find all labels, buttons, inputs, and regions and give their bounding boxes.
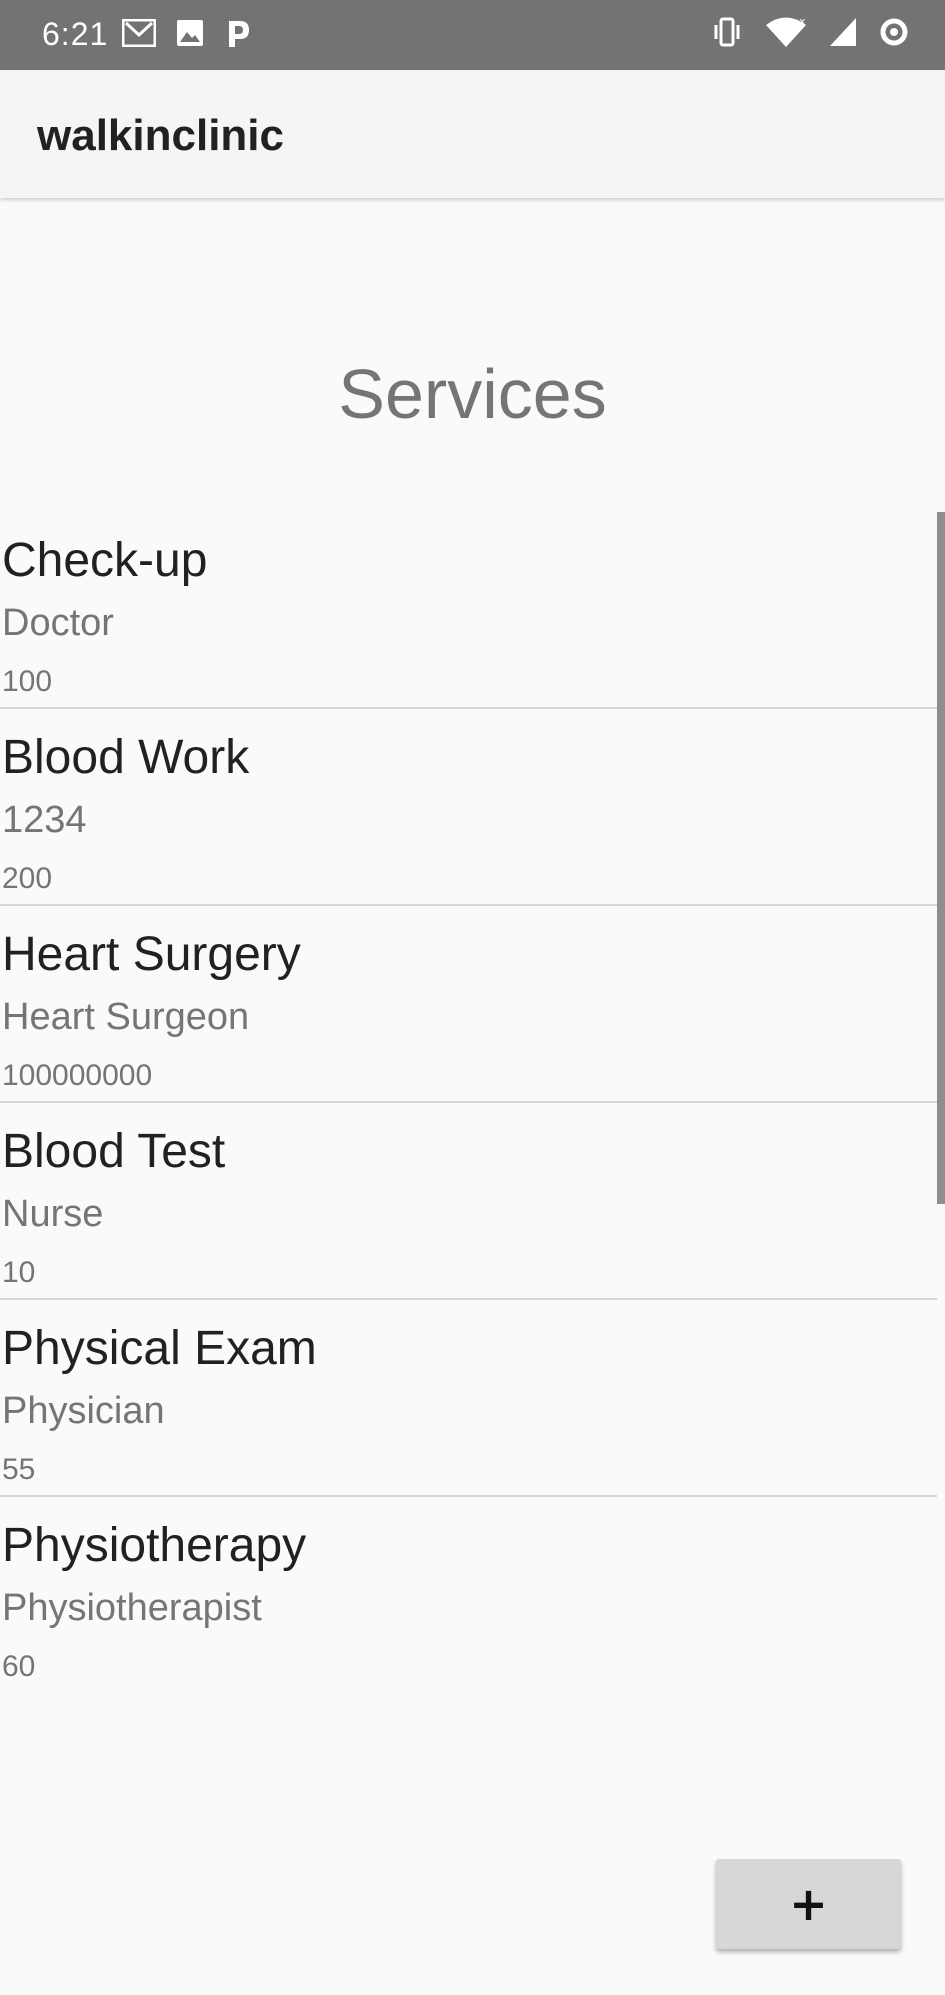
gmail-icon [122,19,156,47]
service-provider: Physician [2,1390,165,1432]
list-item[interactable]: Check-up Doctor 100 [0,512,937,709]
signal-icon [829,17,857,47]
service-price: 100 [2,665,53,698]
service-name: Blood Test [2,1125,226,1178]
list-item[interactable]: Heart Surgery Heart Surgeon 100000000 [0,906,937,1103]
service-price: 200 [2,862,53,895]
sync-icon [879,17,909,47]
service-provider: Doctor [2,602,114,644]
service-price: 100000000 [2,1059,153,1092]
service-name: Physical Exam [2,1322,317,1375]
vibrate-icon [711,16,743,48]
parking-icon [224,18,252,48]
add-service-button[interactable]: + [716,1859,901,1949]
list-scrollbar[interactable] [937,512,945,1204]
svg-text:x: x [799,16,806,28]
image-icon [176,19,204,47]
services-list[interactable]: Check-up Doctor 100 Blood Work 1234 200 … [0,512,937,1680]
app-bar: walkinclinic [0,70,945,198]
service-provider: 1234 [2,799,87,841]
status-time: 6:21 [42,16,109,52]
wifi-icon: x [765,16,807,48]
service-price: 55 [2,1453,36,1486]
service-price: 10 [2,1256,36,1289]
service-name: Heart Surgery [2,928,301,981]
list-item[interactable]: Physical Exam Physician 55 [0,1300,937,1497]
service-name: Check-up [2,534,208,587]
system-icons: x [711,16,909,48]
notification-icons [122,18,252,48]
list-item[interactable]: Physiotherapy Physiotherapist 60 [0,1497,937,1680]
status-bar: 6:21 x [0,0,945,70]
list-item[interactable]: Blood Work 1234 200 [0,709,937,906]
list-item[interactable]: Blood Test Nurse 10 [0,1103,937,1300]
service-name: Blood Work [2,731,250,784]
service-provider: Heart Surgeon [2,996,250,1038]
service-name: Physiotherapy [2,1519,307,1572]
service-provider: Nurse [2,1193,104,1235]
service-provider: Physiotherapist [2,1587,262,1629]
app-title: walkinclinic [37,111,284,160]
page-title: Services [338,355,607,433]
service-price: 60 [2,1650,36,1680]
